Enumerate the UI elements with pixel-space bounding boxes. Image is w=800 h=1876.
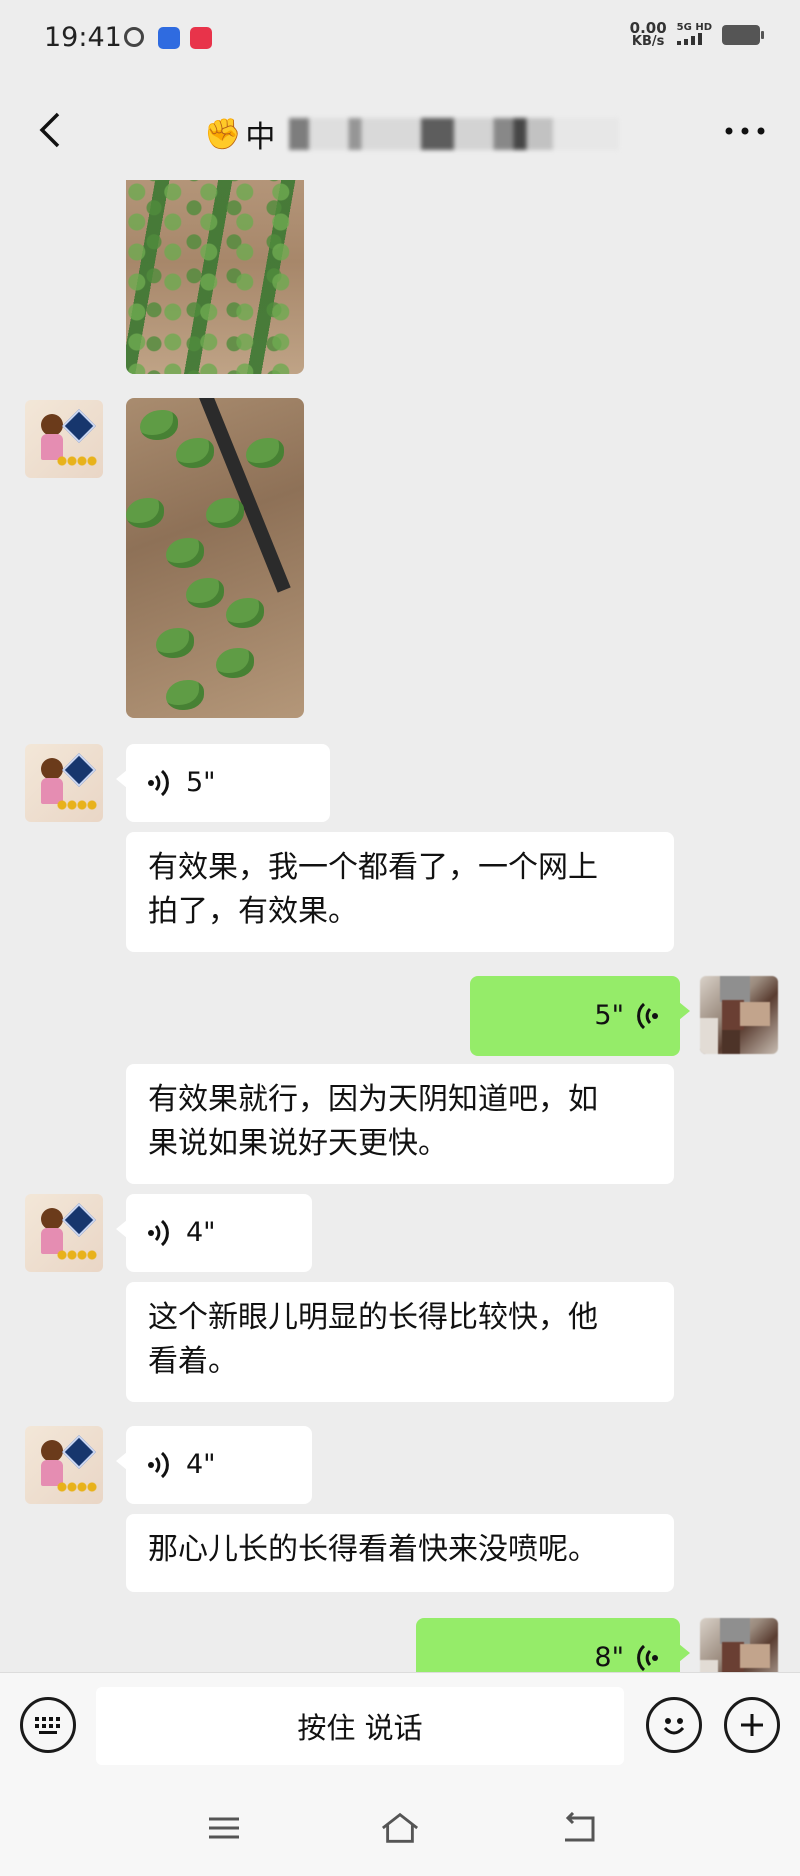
voice-message[interactable]: 4" <box>116 1194 312 1272</box>
back-button[interactable] <box>28 108 72 152</box>
message-line: 这个新眼儿明显的长得比较快，他 <box>148 1300 598 1335</box>
avatar[interactable] <box>700 1618 778 1672</box>
avatar[interactable] <box>25 1194 103 1272</box>
signal-indicator: 5G HD <box>676 22 712 48</box>
voice-duration: 4" <box>186 1217 216 1248</box>
notification-app-red-icon <box>190 27 212 49</box>
message-line: 有效果，我一个都看了，一个网上 <box>148 850 598 885</box>
text-message[interactable]: 有效果，我一个都看了，一个网上 拍了，有效果。 <box>126 832 674 952</box>
image-message[interactable] <box>126 180 304 374</box>
return-icon <box>565 1812 595 1842</box>
status-indicators: 0.00 KB/s 5G HD <box>630 21 764 49</box>
net-speed-unit: KB/s <box>631 34 665 49</box>
message-list[interactable]: 5" 有效果，我一个都看了，一个网上 拍了，有效果。 5" 有效果就行，因为天阴… <box>0 180 800 1672</box>
home-button[interactable] <box>380 1810 420 1846</box>
keyboard-icon <box>35 1717 60 1734</box>
signal-bars-icon <box>676 33 702 45</box>
avatar[interactable] <box>25 1426 103 1504</box>
notification-baidu-icon <box>158 27 180 49</box>
plus-icon <box>741 1714 763 1736</box>
message-line: 果说如果说好天更快。 <box>148 1126 448 1161</box>
image-message[interactable] <box>126 398 304 718</box>
text-message[interactable]: 有效果就行，因为天阴知道吧，如 果说如果说好天更快。 <box>126 1064 674 1184</box>
message-line: 有效果就行，因为天阴知道吧，如 <box>148 1082 598 1117</box>
back-icon <box>39 112 60 148</box>
input-bar: 按住 说话 <box>0 1672 800 1780</box>
status-time: 19:41 <box>44 22 122 53</box>
fist-emoji-icon: ✊ <box>204 116 242 152</box>
signal-label: 5G HD <box>676 22 712 33</box>
text-message[interactable]: 那心儿长的长得看着快来没喷呢。 <box>126 1514 674 1592</box>
voice-wave-icon <box>148 1451 172 1479</box>
keyboard-toggle-button[interactable] <box>20 1697 76 1753</box>
more-button[interactable] <box>720 116 770 146</box>
notification-app-icon <box>124 27 144 47</box>
emoji-icon <box>663 1718 685 1735</box>
text-message[interactable]: 这个新眼儿明显的长得比较快，他 看着。 <box>126 1282 674 1402</box>
voice-wave-icon <box>634 1002 658 1030</box>
return-button[interactable] <box>560 1810 600 1846</box>
voice-wave-icon <box>148 769 172 797</box>
avatar[interactable] <box>25 400 103 478</box>
menu-icon <box>209 1817 239 1839</box>
voice-duration: 4" <box>186 1449 216 1480</box>
voice-message[interactable]: 8" <box>416 1618 690 1672</box>
chat-title: ✊ 中 <box>204 112 620 156</box>
menu-button[interactable] <box>204 1810 244 1846</box>
voice-duration: 5" <box>186 767 216 798</box>
emoji-button[interactable] <box>646 1697 702 1753</box>
more-actions-button[interactable] <box>724 1697 780 1753</box>
status-bar: 19:41 0.00 KB/s 5G HD <box>0 0 800 80</box>
message-line: 那心儿长的长得看着快来没喷呢。 <box>148 1532 598 1567</box>
message-line: 看着。 <box>148 1344 238 1379</box>
avatar[interactable] <box>25 744 103 822</box>
blurred-title <box>289 118 620 150</box>
hold-to-talk-button[interactable]: 按住 说话 <box>96 1687 624 1765</box>
net-speed: 0.00 KB/s <box>630 21 667 49</box>
voice-duration: 8" <box>594 1642 624 1672</box>
more-icon <box>725 127 765 135</box>
system-navigation-bar <box>0 1780 800 1876</box>
voice-wave-icon <box>148 1219 172 1247</box>
voice-wave-icon <box>634 1644 658 1672</box>
avatar[interactable] <box>700 976 778 1054</box>
voice-message[interactable]: 4" <box>116 1426 312 1504</box>
home-icon <box>381 1812 419 1843</box>
battery-icon <box>722 25 764 45</box>
voice-message[interactable]: 5" <box>116 744 330 822</box>
chat-header: ✊ 中 <box>0 80 800 180</box>
message-line: 拍了，有效果。 <box>148 894 358 929</box>
voice-duration: 5" <box>594 1000 624 1031</box>
chat-title-text: 中 <box>245 120 276 155</box>
voice-message[interactable]: 5" <box>470 976 690 1056</box>
